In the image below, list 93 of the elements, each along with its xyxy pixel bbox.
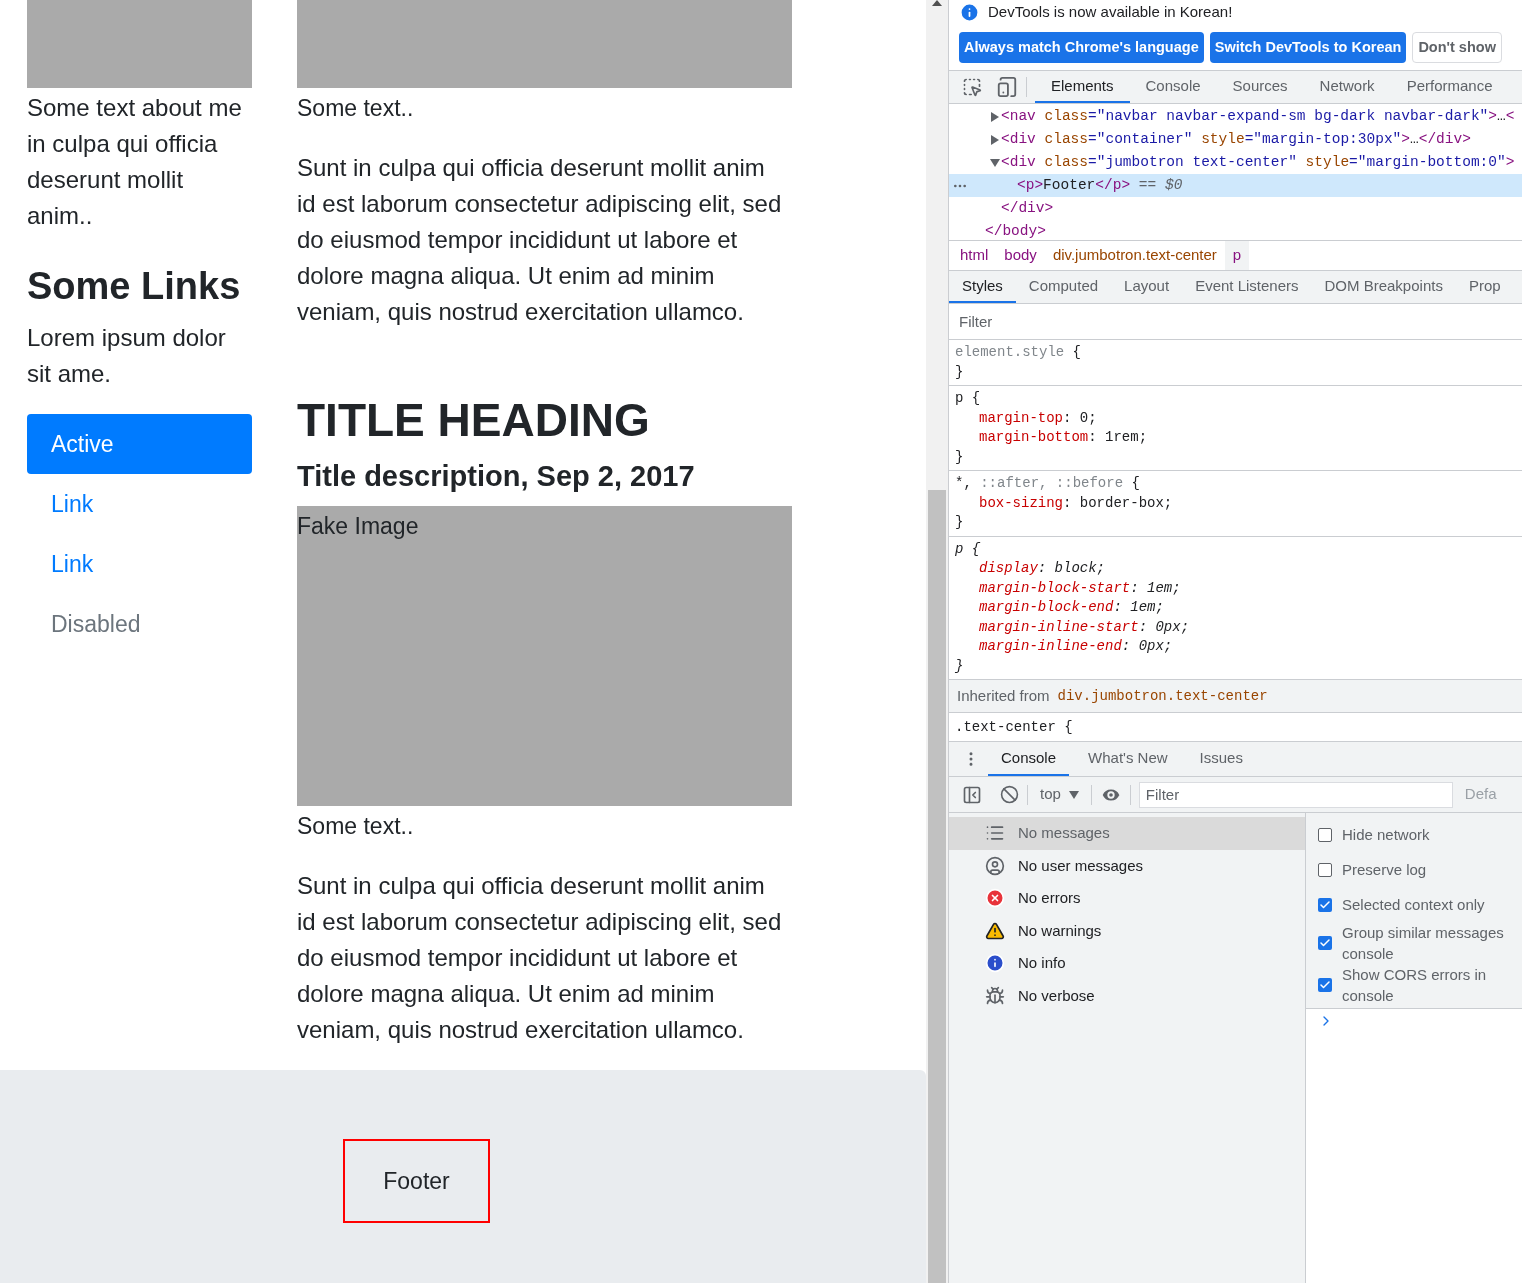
sidebar-toggle-icon[interactable] xyxy=(962,784,982,805)
title-description: Title description, Sep 2, 2017 xyxy=(297,459,696,494)
message-filter[interactable]: No user messages xyxy=(949,849,1305,882)
css-declaration[interactable]: box-sizing: border-box; xyxy=(955,493,1516,513)
dom-node[interactable]: </div> xyxy=(1001,197,1054,220)
scrollbar-thumb[interactable] xyxy=(928,490,946,1283)
clear-console-icon[interactable] xyxy=(1000,785,1019,804)
caption-text: Some text.. xyxy=(297,812,415,841)
context-selector[interactable]: top xyxy=(1036,783,1083,806)
breadcrumb[interactable]: p xyxy=(1224,241,1250,270)
styles-tab[interactable]: Layout xyxy=(1111,271,1183,303)
dom-node[interactable]: <nav class="navbar navbar-expand-sm bg-dark navbar-dark">…< xyxy=(1001,105,1515,128)
inspect-icon[interactable] xyxy=(962,77,982,97)
scrollbar[interactable] xyxy=(926,0,948,1283)
bug-icon xyxy=(985,985,1005,1006)
error-icon xyxy=(985,888,1005,909)
inherited-source[interactable]: div.jumbotron.text-center xyxy=(1057,685,1268,707)
paragraph: Sunt in culpa qui officia deserunt mollit anim id est laborum consectetur adipiscing elit, sed do eiusmod tempor incididunt ut labore et dolore magna aliqua. Ut enim ad minim veniam, quis nostrud exercitation ullamco. xyxy=(297,871,782,1045)
image-label: Fake Image xyxy=(297,513,419,539)
css-selector: p { xyxy=(955,389,982,408)
device-toolbar-icon[interactable] xyxy=(996,76,1018,98)
panel-tab[interactable]: Network xyxy=(1303,71,1391,103)
css-selector: *, ::after, ::before { xyxy=(955,474,1141,493)
styles-tab[interactable]: Computed xyxy=(1015,271,1112,303)
breadcrumb[interactable]: div.jumbotron.text-center xyxy=(1044,241,1225,270)
checkbox[interactable] xyxy=(1318,862,1332,877)
checkbox[interactable] xyxy=(1318,978,1332,992)
caption-text: Some text.. xyxy=(297,94,415,123)
css-declaration[interactable]: margin-inline-end: 0px; xyxy=(955,637,1516,657)
message-filter[interactable]: No info xyxy=(949,947,1305,980)
collapsed-triangle-icon[interactable] xyxy=(990,134,1000,145)
checkbox-label: Preserve log xyxy=(1342,860,1428,880)
checkbox[interactable] xyxy=(1318,897,1332,912)
notice-button[interactable]: Don't show xyxy=(1412,32,1502,63)
checkbox[interactable] xyxy=(1318,936,1332,950)
expanded-triangle-icon[interactable] xyxy=(990,157,1000,168)
css-selector: p { xyxy=(955,539,982,559)
warning-icon xyxy=(985,920,1005,941)
breadcrumb[interactable]: html xyxy=(952,241,997,270)
checkbox-label: Group similar messages console xyxy=(1342,923,1505,964)
links-text: Lorem ipsum dolor sit ame. xyxy=(27,323,227,389)
css-declaration[interactable]: margin-inline-start: 0px; xyxy=(955,617,1516,637)
about-text: Some text about me in culpa qui officia deserunt mollit anim.. xyxy=(27,93,243,231)
dom-node[interactable]: <div class="container" style="margin-top:30px">…</div> xyxy=(1001,128,1471,151)
title-heading: TITLE HEADING xyxy=(297,393,651,448)
drawer-tab[interactable]: What's New xyxy=(1075,742,1181,776)
css-declaration[interactable]: margin-block-start: 1em; xyxy=(955,578,1516,598)
notice-button[interactable]: Always match Chrome's language xyxy=(959,32,1204,63)
css-declaration[interactable]: display: block; xyxy=(955,559,1516,579)
notice-message: DevTools is now available in Korean! xyxy=(988,1,1233,22)
nav-link[interactable]: Link xyxy=(27,474,252,534)
checkbox-label: Show CORS errors in console xyxy=(1342,965,1488,1006)
styles-tab[interactable]: Event Listeners xyxy=(1182,271,1312,303)
message-filter[interactable]: No errors xyxy=(949,882,1305,915)
css-declaration[interactable]: margin-block-end: 1em; xyxy=(955,598,1516,618)
scroll-up-icon[interactable] xyxy=(932,0,942,6)
styles-tab[interactable]: DOM Breakpoints xyxy=(1311,271,1456,303)
nav-link[interactable]: Active xyxy=(27,414,252,474)
inherited-label: Inherited from xyxy=(957,685,1050,706)
nav-link[interactable]: Link xyxy=(27,534,252,594)
panel-tab[interactable]: Performance xyxy=(1390,71,1509,103)
message-filter[interactable]: No messages xyxy=(949,817,1305,850)
styles-tab[interactable]: Prop xyxy=(1455,271,1514,303)
css-declaration[interactable]: margin-top: 0; xyxy=(955,408,1516,428)
dom-node[interactable]: <div class="jumbotron text-center" style="margin-bottom:0"> xyxy=(1001,151,1515,174)
closing-brace: } xyxy=(955,362,964,382)
panel-tab[interactable]: Console xyxy=(1129,71,1217,103)
panel-tab[interactable]: Elements xyxy=(1035,71,1130,103)
info-icon xyxy=(985,953,1005,974)
drawer-tab[interactable]: Issues xyxy=(1186,742,1256,776)
closing-brace: } xyxy=(955,513,964,532)
css-declaration[interactable]: margin-bottom: 1rem; xyxy=(955,428,1516,448)
section-heading: Some Links xyxy=(27,264,242,309)
collapsed-triangle-icon[interactable] xyxy=(990,111,1000,122)
checkbox[interactable] xyxy=(1318,827,1332,842)
panel-tab[interactable]: Sources xyxy=(1216,71,1304,103)
console-filter-field[interactable]: Filter xyxy=(1138,781,1453,808)
styles-tab[interactable]: Styles xyxy=(949,271,1016,303)
message-filter[interactable]: No warnings xyxy=(949,914,1305,947)
breadcrumb[interactable]: body xyxy=(996,241,1045,270)
closing-brace: } xyxy=(955,447,964,467)
paragraph: Sunt in culpa qui officia deserunt mollit anim id est laborum consectetur adipiscing elit, sed do eiusmod tempor incididunt ut labore et dolore magna aliqua. Ut enim ad minim veniam, quis nostrud exercitation ullamco. xyxy=(297,153,782,327)
caret-icon xyxy=(1068,790,1079,799)
css-selector: element.style { xyxy=(955,343,1083,362)
user-icon xyxy=(985,855,1005,876)
dom-node[interactable]: </body> xyxy=(985,220,1046,243)
notice-button[interactable]: Switch DevTools to Korean xyxy=(1209,32,1407,63)
message-filter[interactable]: No verbose xyxy=(949,979,1305,1012)
footer-text: Footer xyxy=(343,1139,490,1223)
closing-brace: } xyxy=(955,656,964,676)
checkbox-label: Selected context only xyxy=(1342,895,1486,915)
css-selector: .text-center { xyxy=(955,717,1073,737)
checkbox-label: Hide network xyxy=(1342,825,1431,845)
